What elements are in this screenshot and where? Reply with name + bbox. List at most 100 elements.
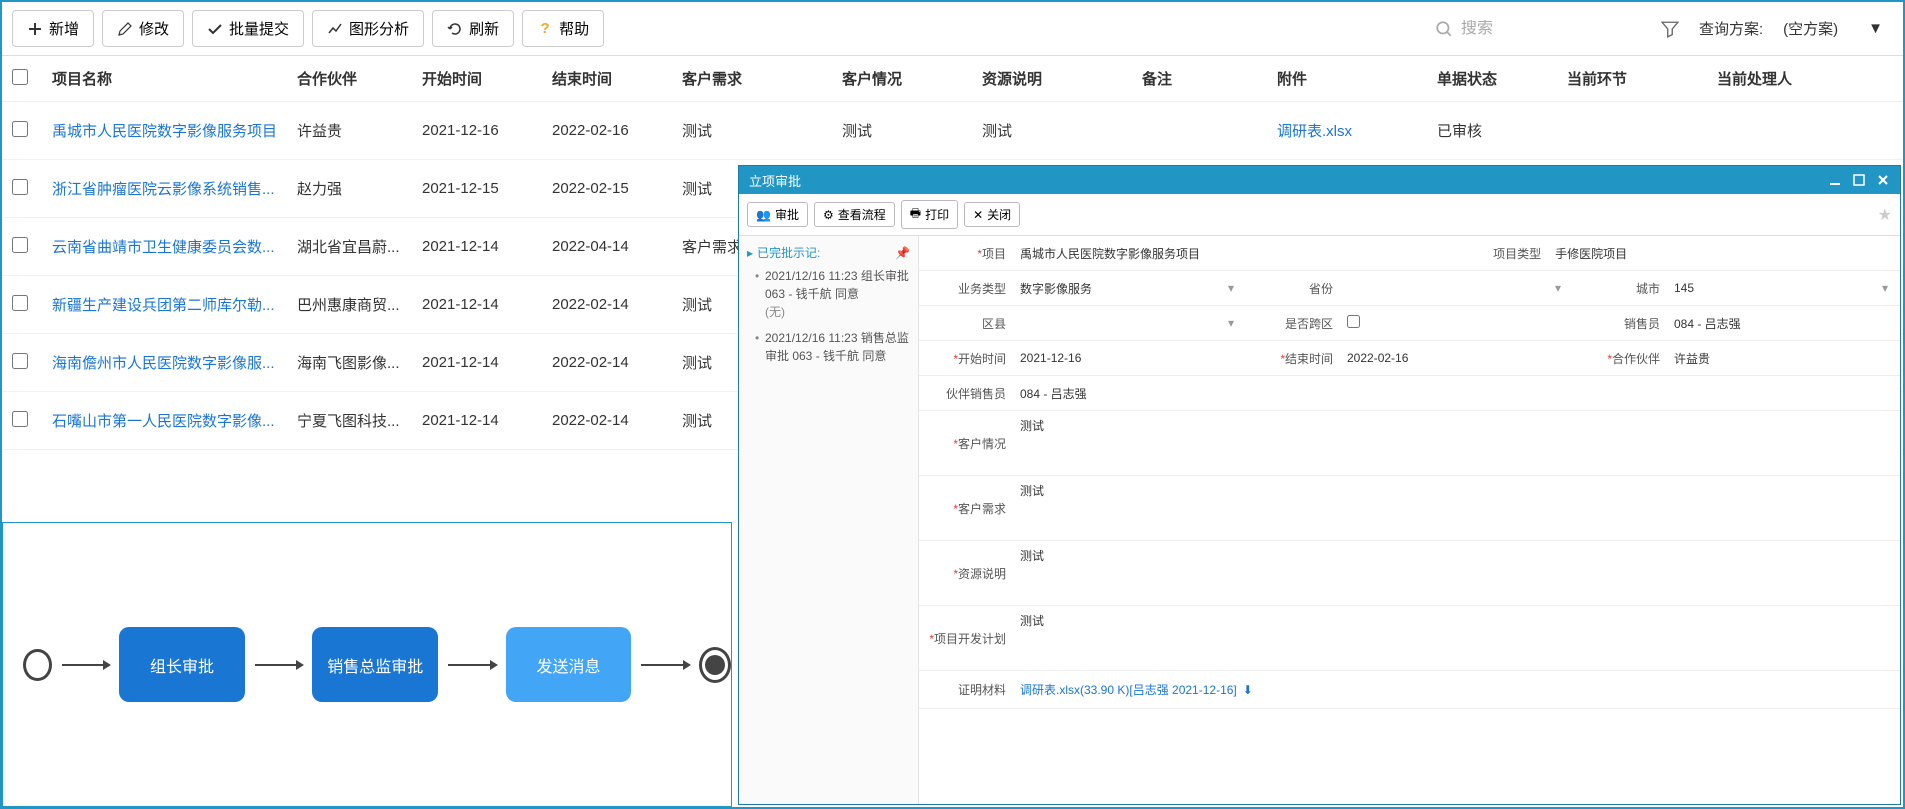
print-icon: 🖶 (910, 204, 921, 225)
situ-textarea[interactable]: 测试 (1014, 411, 1900, 475)
row-checkbox[interactable] (12, 411, 28, 427)
attachment-link[interactable]: 调研表.xlsx(33.90 K)[吕志强 2021-12-16] (1020, 683, 1237, 697)
plan-select[interactable]: (空方案) ▼ (1773, 13, 1893, 44)
project-field[interactable]: 禹城市人民医院数字影像服务项目 (1014, 241, 1454, 266)
row-checkbox[interactable] (12, 353, 28, 369)
cell-partner: 湖北省宜昌蔚... (297, 236, 422, 257)
cell-situ: 测试 (842, 120, 982, 141)
saler-field[interactable]: 084 - 吕志强 (1668, 311, 1900, 336)
filter-icon[interactable] (1661, 20, 1679, 38)
submit-label: 批量提交 (229, 18, 289, 39)
chart-label: 图形分析 (349, 18, 409, 39)
col-need: 客户需求 (682, 68, 842, 89)
cross-checkbox[interactable] (1341, 311, 1573, 335)
start-field[interactable]: 2021-12-16 (1014, 347, 1246, 369)
table-header: 项目名称 合作伙伴 开始时间 结束时间 客户需求 客户情况 资源说明 备注 附件… (2, 56, 1903, 102)
refresh-button[interactable]: 刷新 (432, 10, 514, 47)
check-icon (207, 21, 223, 37)
material-field: 调研表.xlsx(33.90 K)[吕志强 2021-12-16] ⬇ (1014, 671, 1900, 708)
workflow-node-2[interactable]: 销售总监审批 (312, 627, 438, 702)
cell-partner: 宁夏飞图科技... (297, 410, 422, 431)
minimize-icon[interactable] (1828, 173, 1842, 187)
col-res: 资源说明 (982, 68, 1142, 89)
approval-log-item: 2021/12/16 11:23 组长审批 063 - 钱千航 同意(无) (755, 267, 910, 321)
search-input[interactable] (1461, 20, 1641, 38)
close-button[interactable]: ✕关闭 (964, 202, 1020, 227)
cell-start: 2021-12-15 (422, 180, 552, 197)
ptype-field[interactable]: 手修医院项目 (1549, 241, 1900, 266)
project-name-link[interactable]: 新疆生产建设兵团第二师库尔勒... (52, 294, 297, 315)
cell-end: 2022-02-14 (552, 412, 682, 429)
add-button[interactable]: 新增 (12, 10, 94, 47)
expand-icon[interactable]: ▸ (747, 246, 753, 260)
help-button[interactable]: ? 帮助 (522, 10, 604, 47)
chevron-down-icon: ▾ (1228, 316, 1234, 330)
res-textarea[interactable]: 测试 (1014, 541, 1900, 605)
plus-icon (27, 21, 43, 37)
col-attach: 附件 (1277, 68, 1437, 89)
city-select[interactable]: 145▾ (1668, 277, 1900, 299)
star-icon[interactable]: ★ (1878, 205, 1892, 225)
row-checkbox[interactable] (12, 295, 28, 311)
chart-button[interactable]: 图形分析 (312, 10, 424, 47)
refresh-label: 刷新 (469, 18, 499, 39)
view-flow-button[interactable]: ⚙查看流程 (814, 202, 895, 227)
cell-end: 2022-02-16 (552, 122, 682, 139)
prov-select[interactable]: ▾ (1341, 277, 1573, 299)
project-name-link[interactable]: 石嘴山市第一人民医院数字影像... (52, 410, 297, 431)
cell-attach[interactable]: 调研表.xlsx (1277, 120, 1437, 141)
share-icon: ⚙ (823, 208, 834, 222)
people-icon: 👥 (756, 208, 771, 222)
workflow-arrow-icon (255, 664, 303, 666)
chart-icon (327, 21, 343, 37)
print-button[interactable]: 🖶打印 (901, 200, 958, 229)
cell-start: 2021-12-14 (422, 238, 552, 255)
col-handler: 当前处理人 (1717, 68, 1837, 89)
project-name-link[interactable]: 云南省曲靖市卫生健康委员会数... (52, 236, 297, 257)
submit-button[interactable]: 批量提交 (192, 10, 304, 47)
row-checkbox[interactable] (12, 179, 28, 195)
select-all-checkbox[interactable] (12, 69, 28, 85)
add-label: 新增 (49, 18, 79, 39)
project-name-link[interactable]: 海南儋州市人民医院数字影像服... (52, 352, 297, 373)
close-icon[interactable] (1876, 173, 1890, 187)
pin-icon[interactable]: 📌 (895, 246, 910, 260)
cell-end: 2022-02-15 (552, 180, 682, 197)
approval-modal: 立项审批 👥审批 ⚙查看流程 🖶打印 ✕关闭 ★ ▸ 已完批示记: 📌 2021… (738, 165, 1901, 805)
workflow-node-1[interactable]: 组长审批 (119, 627, 245, 702)
col-status: 单据状态 (1437, 68, 1567, 89)
cell-status: 已审核 (1437, 120, 1567, 141)
cell-start: 2021-12-16 (422, 122, 552, 139)
cell-need: 测试 (682, 120, 842, 141)
cell-partner: 海南飞图影像... (297, 352, 422, 373)
edit-button[interactable]: 修改 (102, 10, 184, 47)
plan-textarea[interactable]: 测试 (1014, 606, 1900, 670)
row-checkbox[interactable] (12, 121, 28, 137)
psale-field[interactable]: 084 - 吕志强 (1014, 381, 1900, 406)
workflow-node-3[interactable]: 发送消息 (506, 627, 632, 702)
download-icon[interactable]: ⬇ (1243, 683, 1253, 697)
workflow-arrow-icon (448, 664, 496, 666)
modal-titlebar[interactable]: 立项审批 (739, 166, 1900, 194)
cell-start: 2021-12-14 (422, 296, 552, 313)
partner-field[interactable]: 许益贵 (1668, 346, 1900, 371)
dist-select[interactable]: ▾ (1014, 312, 1246, 334)
col-stage: 当前环节 (1567, 68, 1717, 89)
maximize-icon[interactable] (1852, 173, 1866, 187)
search-box[interactable] (1435, 20, 1641, 38)
btype-select[interactable]: 数字影像服务▾ (1014, 276, 1246, 301)
help-icon: ? (537, 21, 553, 37)
cell-partner: 巴州惠康商贸... (297, 294, 422, 315)
table-row[interactable]: 禹城市人民医院数字影像服务项目许益贵2021-12-162022-02-16测试… (2, 102, 1903, 160)
workflow-panel: 组长审批 销售总监审批 发送消息 (2, 522, 732, 807)
sidebar-title: 已完批示记: (757, 244, 820, 261)
project-name-link[interactable]: 禹城市人民医院数字影像服务项目 (52, 120, 297, 141)
cell-res: 测试 (982, 120, 1142, 141)
project-name-link[interactable]: 浙江省肿瘤医院云影像系统销售... (52, 178, 297, 199)
row-checkbox[interactable] (12, 237, 28, 253)
end-field[interactable]: 2022-02-16 (1341, 347, 1573, 369)
approve-button[interactable]: 👥审批 (747, 202, 808, 227)
chevron-down-icon: ▾ (1555, 281, 1561, 295)
workflow-end-icon (699, 647, 731, 683)
need-textarea[interactable]: 测试 (1014, 476, 1900, 540)
